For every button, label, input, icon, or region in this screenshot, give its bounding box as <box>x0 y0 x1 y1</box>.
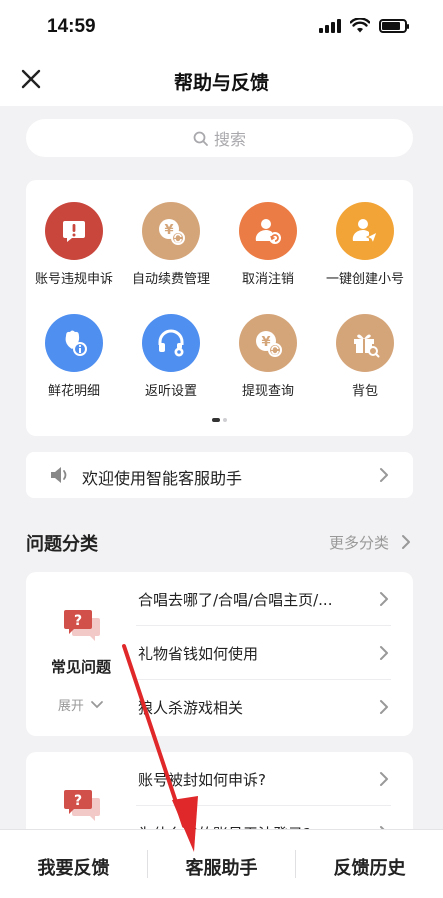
grid-item-flower-detail[interactable]: 鲜花明细 <box>26 314 122 399</box>
question-text: 账号被封如何申诉? <box>138 771 266 789</box>
grid-label: 自动续费管理 <box>131 272 210 287</box>
tab-assistant[interactable]: 客服助手 <box>148 830 295 898</box>
chevron-right-icon <box>380 468 388 482</box>
status-bar: 14:59 <box>0 0 443 54</box>
grid-label: 鲜花明细 <box>47 384 100 399</box>
chevron-right-icon <box>380 646 388 660</box>
yen-renew-icon: ¥ <box>239 314 297 372</box>
tab-feedback[interactable]: 我要反馈 <box>0 830 147 898</box>
grid-item-backpack[interactable]: 背包 <box>317 314 413 399</box>
grid-label: 背包 <box>351 384 378 399</box>
grid-item-appeal[interactable]: 账号违规申诉 <box>26 202 122 287</box>
category-card: ? 常见问题 展开 合唱去哪了/合唱/合唱主页/... 礼物省钱如何使用 狼人杀… <box>26 572 413 736</box>
page-dot-active <box>212 418 220 422</box>
question-row[interactable]: 礼物省钱如何使用 <box>136 626 391 680</box>
search-icon <box>193 131 208 146</box>
question-bubble-icon: ? <box>64 790 100 821</box>
category-summary[interactable]: ? 常见问题 展开 <box>26 572 136 736</box>
user-undo-icon <box>239 202 297 260</box>
search-placeholder: 搜索 <box>213 130 246 149</box>
grid-item-withdraw-query[interactable]: ¥ 提现查询 <box>220 314 316 399</box>
grid-label: 取消注销 <box>241 272 294 287</box>
grid-label: 一键创建小号 <box>325 272 404 287</box>
chevron-right-icon[interactable] <box>401 534 411 550</box>
exclamation-icon <box>45 202 103 260</box>
question-bubble-icon: ? <box>64 610 100 641</box>
tab-history[interactable]: 反馈历史 <box>296 830 443 898</box>
chevron-down-icon <box>91 701 103 709</box>
status-icons <box>319 18 409 33</box>
svg-text:?: ? <box>74 793 82 809</box>
search-input[interactable]: 搜索 <box>26 119 413 157</box>
cellular-signal-icon <box>319 18 341 33</box>
headphone-gear-icon <box>142 314 200 372</box>
question-text: 礼物省钱如何使用 <box>138 645 259 663</box>
question-row[interactable]: 狼人杀游戏相关 <box>136 680 391 734</box>
speaker-icon <box>51 467 67 483</box>
quick-entry-grid: 账号违规申诉 ¥ 自动续费管理 取消注销 一键创建小号 鲜花明细 返听设置 ¥ … <box>26 180 413 436</box>
yen-renew-icon: ¥ <box>142 202 200 260</box>
status-time: 14:59 <box>47 16 96 37</box>
section-header: 问题分类 更多分类 <box>26 530 413 555</box>
chevron-right-icon <box>380 592 388 606</box>
question-row[interactable]: 账号被封如何申诉? <box>136 752 391 806</box>
page-dot <box>223 418 227 422</box>
user-send-icon <box>336 202 394 260</box>
chevron-right-icon <box>380 700 388 714</box>
gift-search-icon <box>336 314 394 372</box>
expand-label: 展开 <box>57 699 84 714</box>
wifi-icon <box>350 18 370 33</box>
page-indicator <box>212 418 227 422</box>
page-title: 帮助与反馈 <box>173 72 269 94</box>
question-row[interactable]: 合唱去哪了/合唱/合唱主页/... <box>136 572 391 626</box>
flower-info-icon <box>45 314 103 372</box>
assistant-banner-text: 欢迎使用智能客服助手 <box>82 469 243 488</box>
grid-item-create-alt[interactable]: 一键创建小号 <box>317 202 413 287</box>
assistant-banner[interactable]: 欢迎使用智能客服助手 <box>26 452 413 498</box>
grid-item-return-listen[interactable]: 返听设置 <box>123 314 219 399</box>
category-name: 常见问题 <box>50 658 111 676</box>
grid-label: 返听设置 <box>144 384 197 399</box>
nav-bar: 帮助与反馈 <box>0 54 443 106</box>
grid-item-auto-renew[interactable]: ¥ 自动续费管理 <box>123 202 219 287</box>
grid-label: 账号违规申诉 <box>34 272 113 287</box>
question-text: 狼人杀游戏相关 <box>138 699 244 717</box>
section-title: 问题分类 <box>26 534 98 555</box>
more-categories-link[interactable]: 更多分类 <box>329 532 389 553</box>
question-text: 合唱去哪了/合唱/合唱主页/... <box>138 591 333 609</box>
grid-label: 提现查询 <box>241 384 294 399</box>
grid-item-cancel-deregister[interactable]: 取消注销 <box>220 202 316 287</box>
expand-toggle[interactable]: 展开 <box>26 695 136 714</box>
svg-text:?: ? <box>74 613 82 629</box>
battery-icon <box>379 18 409 33</box>
bottom-tab-bar: 我要反馈 客服助手 反馈历史 <box>0 830 443 898</box>
chevron-right-icon <box>380 772 388 786</box>
